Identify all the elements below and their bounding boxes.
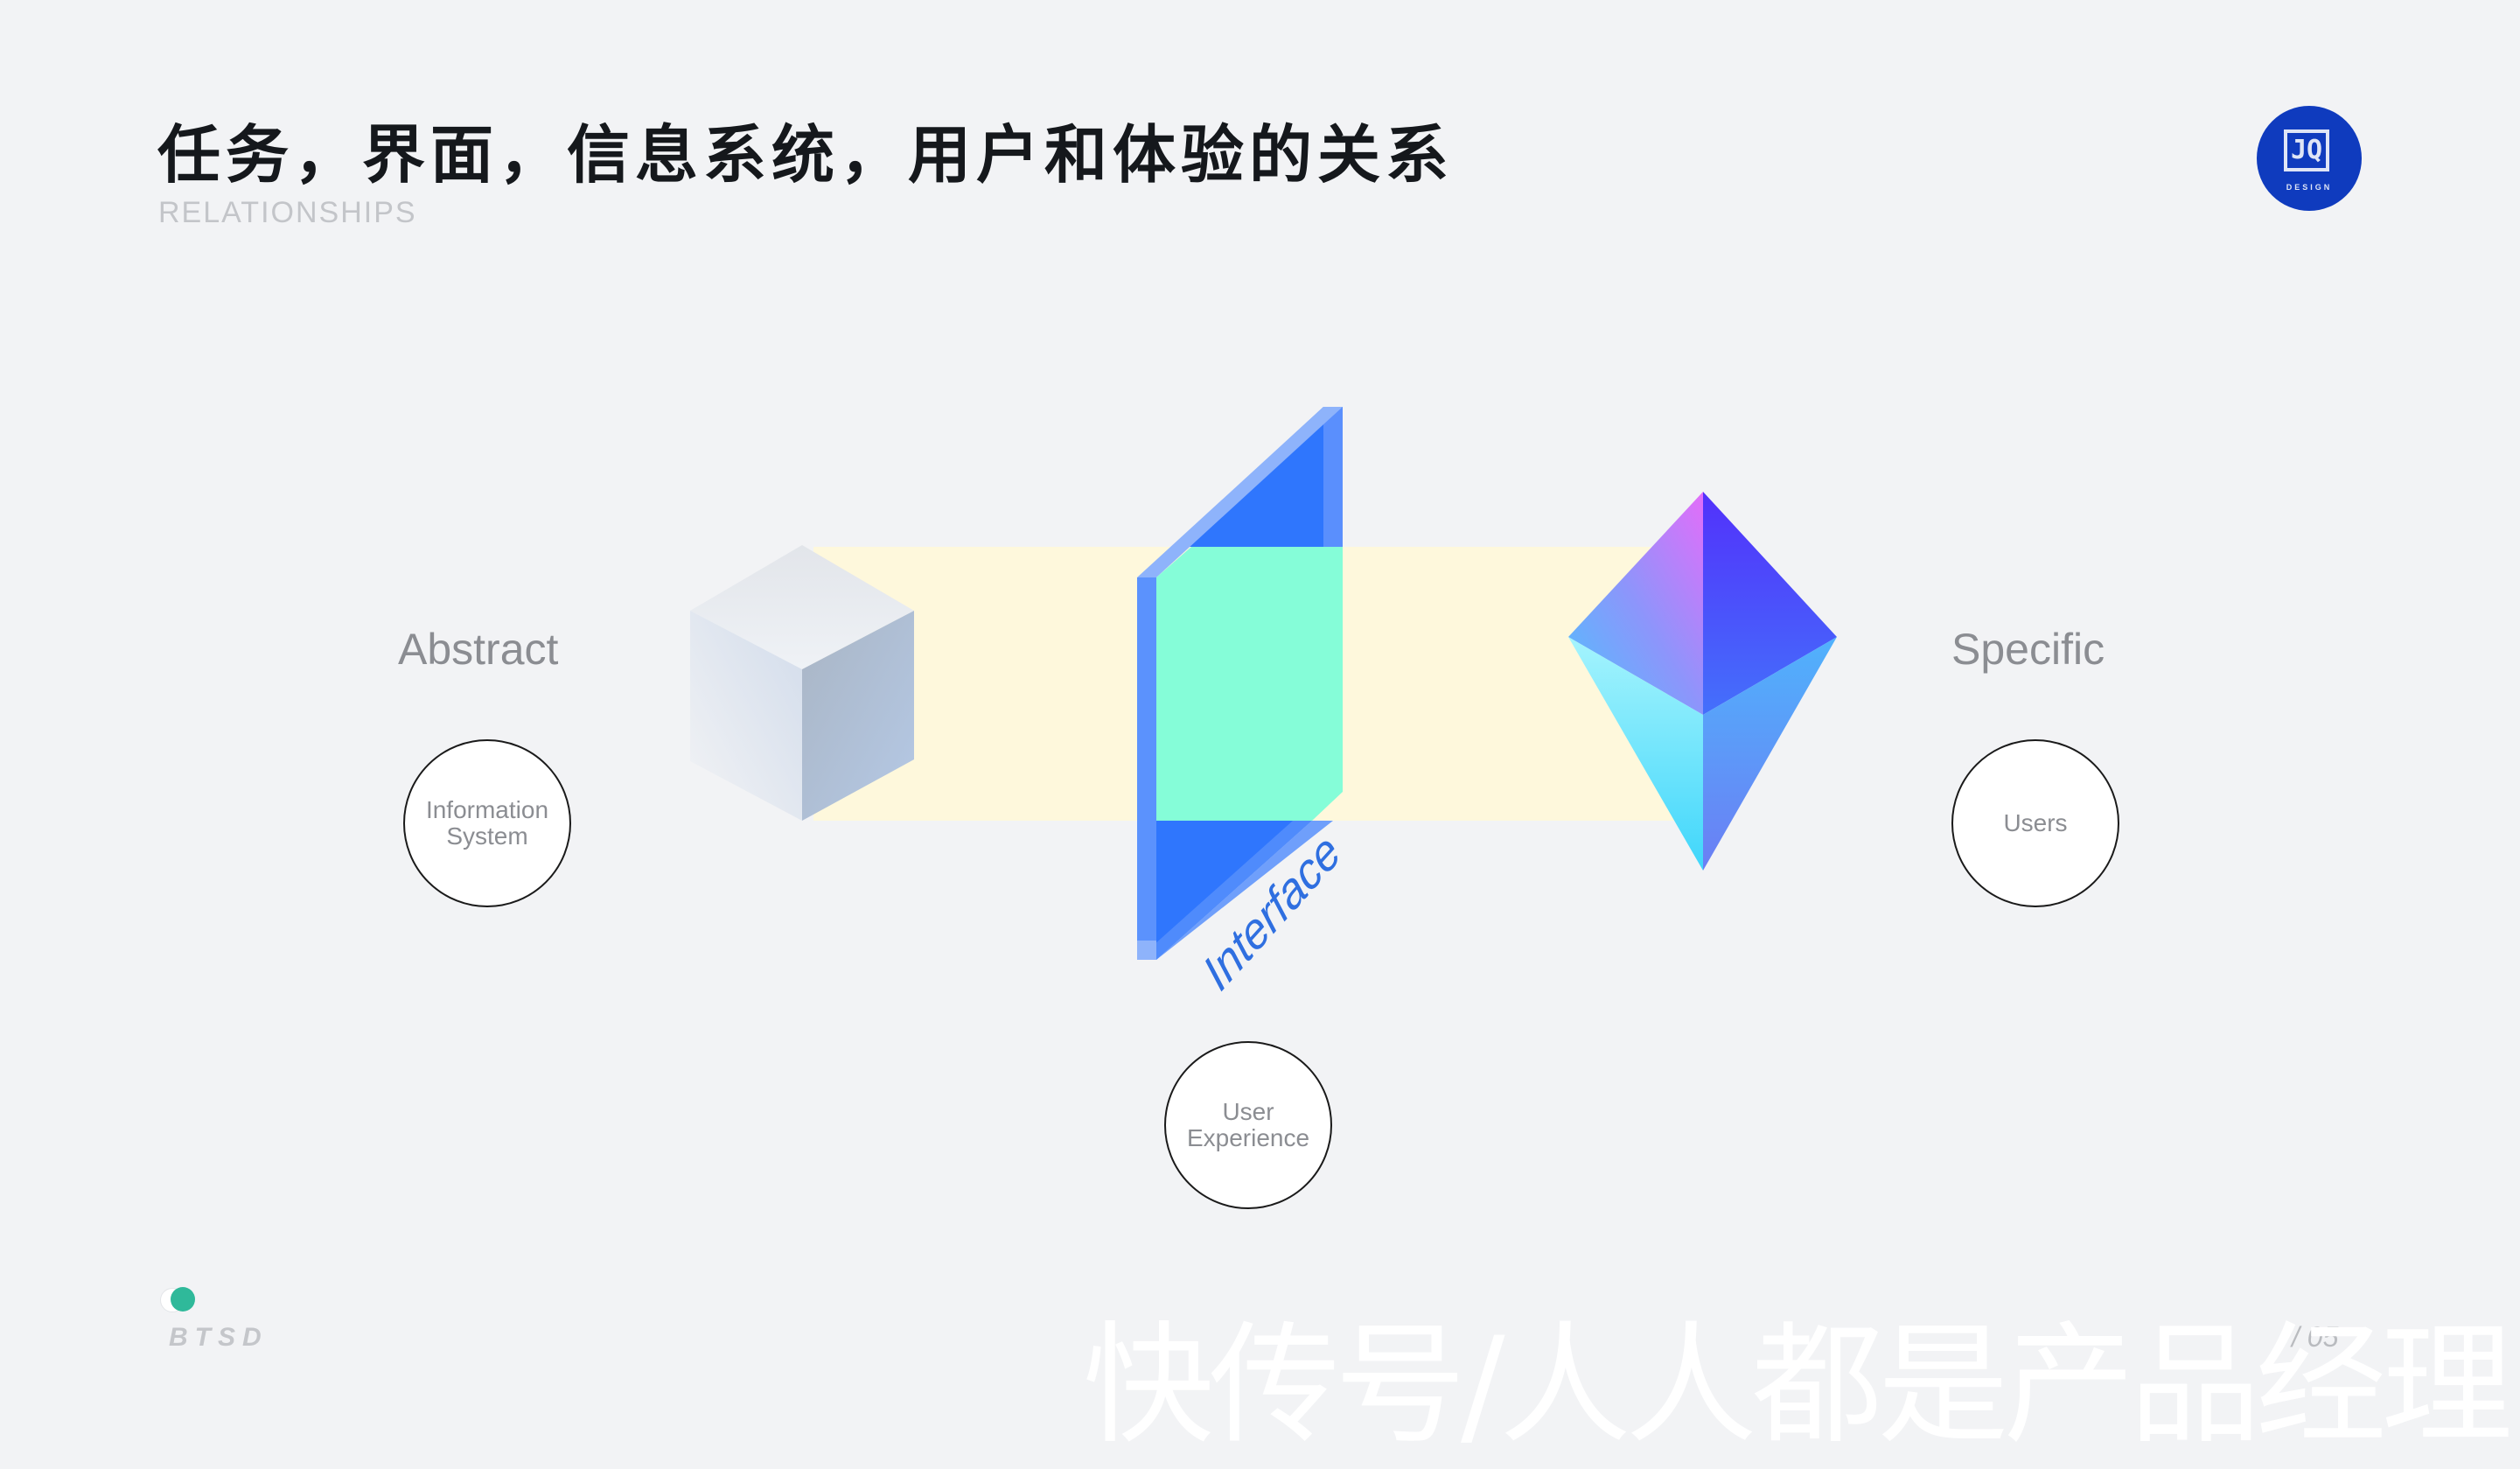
- brand-dot: [171, 1287, 195, 1312]
- node-label-line: Experience: [1186, 1124, 1310, 1151]
- node-label-line: User: [1222, 1098, 1274, 1125]
- information-system-node: Information System: [403, 739, 571, 907]
- specific-label: Specific: [1951, 625, 2105, 674]
- brand-text: BTSD: [169, 1323, 269, 1352]
- watermark: 快传号/人人都是产品经理: [1083, 1310, 2513, 1462]
- user-experience-node: User Experience: [1164, 1041, 1332, 1209]
- abstract-label: Abstract: [398, 625, 559, 674]
- node-label-line: System: [446, 822, 528, 850]
- node-label-line: Users: [2003, 809, 2068, 836]
- users-node: Users: [1951, 739, 2119, 907]
- node-label-line: Information: [425, 796, 549, 823]
